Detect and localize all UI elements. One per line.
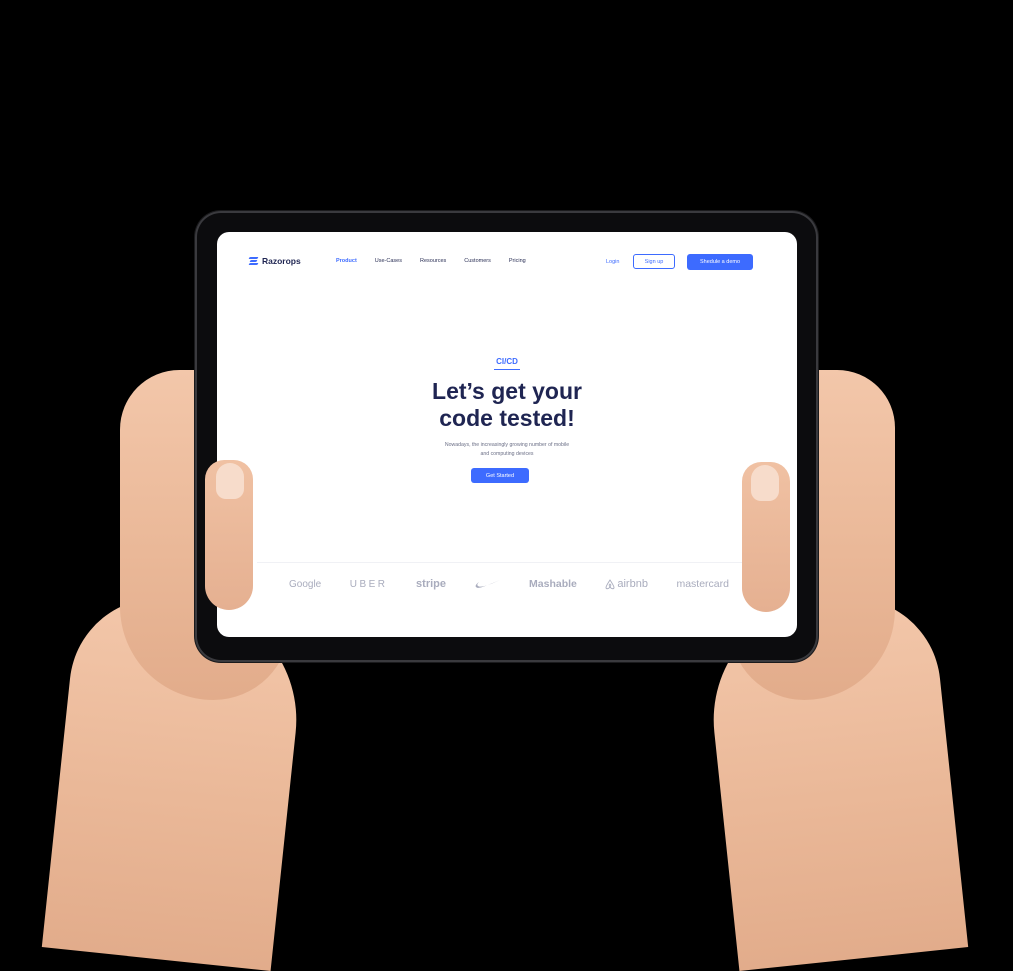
login-link[interactable]: Login <box>606 259 619 265</box>
subtitle-line-1: Nowadays, the increasingly growing numbe… <box>444 442 570 448</box>
hero-headline: Let’s get your code tested! <box>217 378 797 432</box>
get-started-button[interactable]: Get Started <box>471 468 529 483</box>
section-divider <box>257 562 757 563</box>
logo[interactable]: Razorops <box>248 256 301 266</box>
subtitle-line-2: and computing devices <box>480 451 534 457</box>
signup-button[interactable]: Sign up <box>633 254 675 269</box>
right-thumbnail <box>751 465 779 501</box>
nav-link-product[interactable]: Product <box>336 258 357 264</box>
nike-swoosh-icon <box>475 579 501 589</box>
tablet-screen: Razorops Product Use-Cases Resources Cus… <box>217 232 797 637</box>
nav-link-customers[interactable]: Customers <box>464 258 491 264</box>
nav-link-resources[interactable]: Resources <box>420 258 446 264</box>
mashable-logo: Mashable <box>529 578 577 590</box>
airbnb-text: airbnb <box>617 578 648 590</box>
hero-subtitle: Nowadays, the increasingly growing numbe… <box>417 441 597 459</box>
nav-links: Product Use-Cases Resources Customers Pr… <box>336 258 544 264</box>
uber-logo: UBER <box>349 578 388 590</box>
razorops-logo-icon <box>248 256 259 266</box>
brand-logos: Google UBER stripe Mashable airbnb maste… <box>289 578 729 590</box>
eyebrow-underline <box>494 369 520 370</box>
mastercard-logo: mastercard <box>676 578 729 590</box>
airbnb-logo: airbnb <box>605 578 648 590</box>
schedule-demo-button[interactable]: Shedule a demo <box>687 254 753 270</box>
nav-link-pricing[interactable]: Pricing <box>509 258 526 264</box>
airbnb-icon <box>605 578 615 589</box>
left-thumbnail <box>216 463 244 499</box>
google-logo: Google <box>289 578 322 590</box>
logo-text: Razorops <box>262 256 301 266</box>
navbar: Razorops Product Use-Cases Resources Cus… <box>217 232 797 292</box>
headline-line-2: code tested! <box>439 405 575 431</box>
stripe-logo: stripe <box>416 578 447 590</box>
headline-line-1: Let’s get your <box>432 378 582 404</box>
nav-link-use-cases[interactable]: Use-Cases <box>375 258 402 264</box>
hero-eyebrow: CI/CD <box>496 357 518 366</box>
